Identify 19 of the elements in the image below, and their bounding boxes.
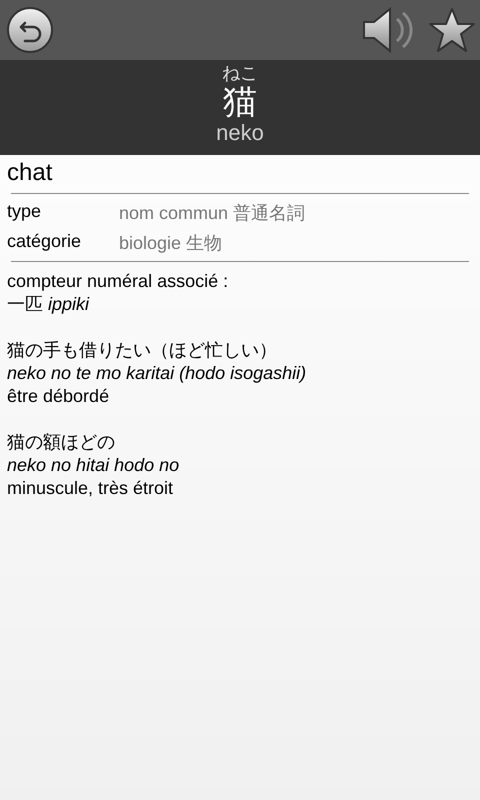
expression-japanese: 猫の額ほどの — [7, 431, 115, 454]
expression-meaning: minuscule, très étroit — [7, 477, 174, 500]
speaker-button[interactable] — [362, 5, 414, 55]
expression-romaji: neko no te mo karitai (hodo isogashii) — [7, 362, 306, 385]
romaji-reading: neko — [216, 120, 264, 146]
kanji-title: 猫 — [223, 84, 257, 120]
property-value: biologie 生物 — [119, 232, 222, 255]
expression-romaji: neko no hitai hodo no — [7, 454, 180, 477]
property-value: nom commun 普通名詞 — [119, 202, 306, 225]
counter-reading: 一匹 ippiki — [7, 293, 90, 316]
translation: chat — [7, 158, 52, 188]
expression-japanese: 猫の手も借りたい（ほど忙しい） — [7, 339, 277, 362]
expression-meaning: être débordé — [7, 385, 110, 408]
counter-label: compteur numéral associé : — [7, 270, 228, 293]
kana-reading: ねこ — [222, 62, 258, 84]
star-button[interactable] — [428, 6, 476, 54]
property-label: type — [7, 201, 42, 223]
property-label: catégorie — [7, 231, 82, 253]
back-button[interactable] — [6, 6, 54, 54]
